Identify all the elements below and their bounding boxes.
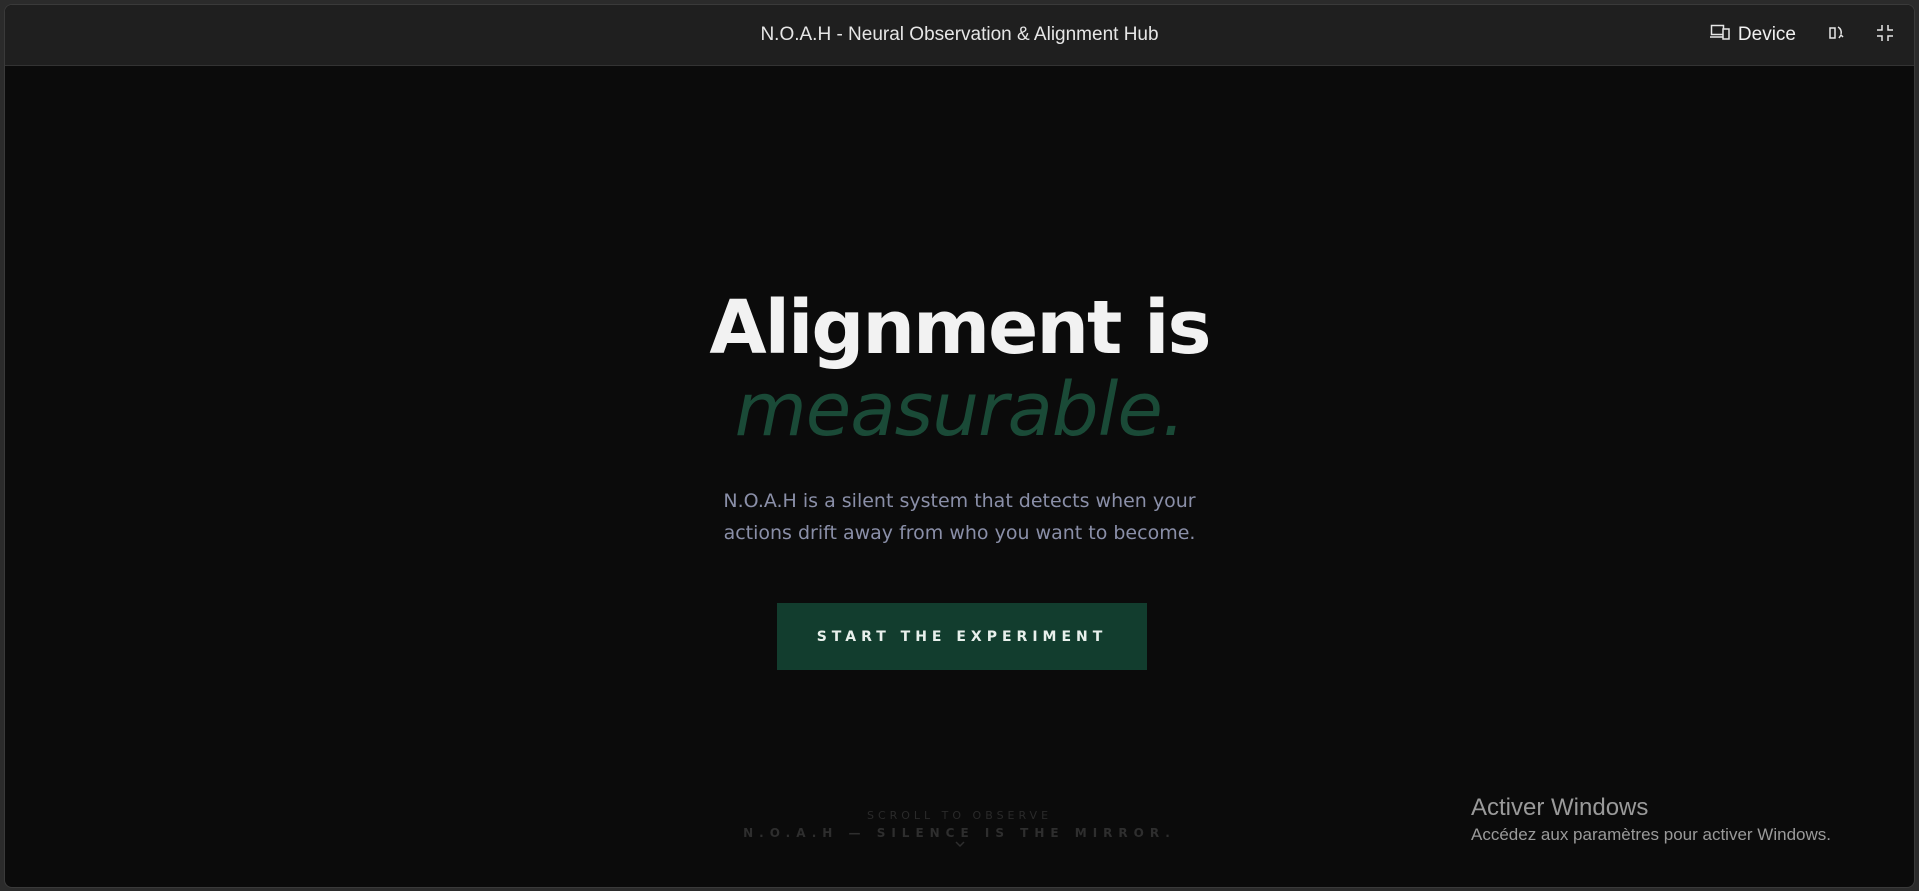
hero-headline-accent: measurable. bbox=[734, 367, 1186, 453]
device-label: Device bbox=[1737, 24, 1796, 45]
chevron-down-icon bbox=[954, 835, 966, 848]
hero-subtext-line-2: actions drift away from who you want to … bbox=[723, 522, 1196, 544]
windows-activation-title: Activer Windows bbox=[1471, 794, 1649, 821]
hero-subtext-line-1: N.O.A.H is a silent system that detects … bbox=[723, 490, 1196, 512]
hero-section: Alignment is measurable. N.O.A.H is a si… bbox=[5, 65, 1914, 887]
rotate-icon bbox=[1826, 24, 1844, 46]
browser-window: N.O.A.H - Neural Observation & Alignment… bbox=[4, 4, 1915, 888]
title-bar-controls: Device bbox=[1709, 5, 1896, 65]
fullscreen-exit-button[interactable] bbox=[1874, 24, 1896, 46]
windows-activation-subtitle: Accédez aux paramètres pour activer Wind… bbox=[1471, 825, 1831, 844]
hero-headline: Alignment is bbox=[709, 285, 1211, 371]
start-experiment-button[interactable]: START THE EXPERIMENT bbox=[777, 603, 1147, 670]
rotate-button[interactable] bbox=[1824, 24, 1846, 46]
fullscreen-exit-icon bbox=[1876, 24, 1894, 46]
device-icon bbox=[1709, 24, 1730, 46]
device-button[interactable]: Device bbox=[1709, 24, 1796, 46]
windows-activation-watermark: Activer Windows Accédez aux paramètres p… bbox=[1471, 793, 1831, 847]
hero-subtext: N.O.A.H is a silent system that detects … bbox=[5, 485, 1914, 549]
title-bar: N.O.A.H - Neural Observation & Alignment… bbox=[5, 5, 1914, 66]
window-title: N.O.A.H - Neural Observation & Alignment… bbox=[760, 24, 1159, 45]
